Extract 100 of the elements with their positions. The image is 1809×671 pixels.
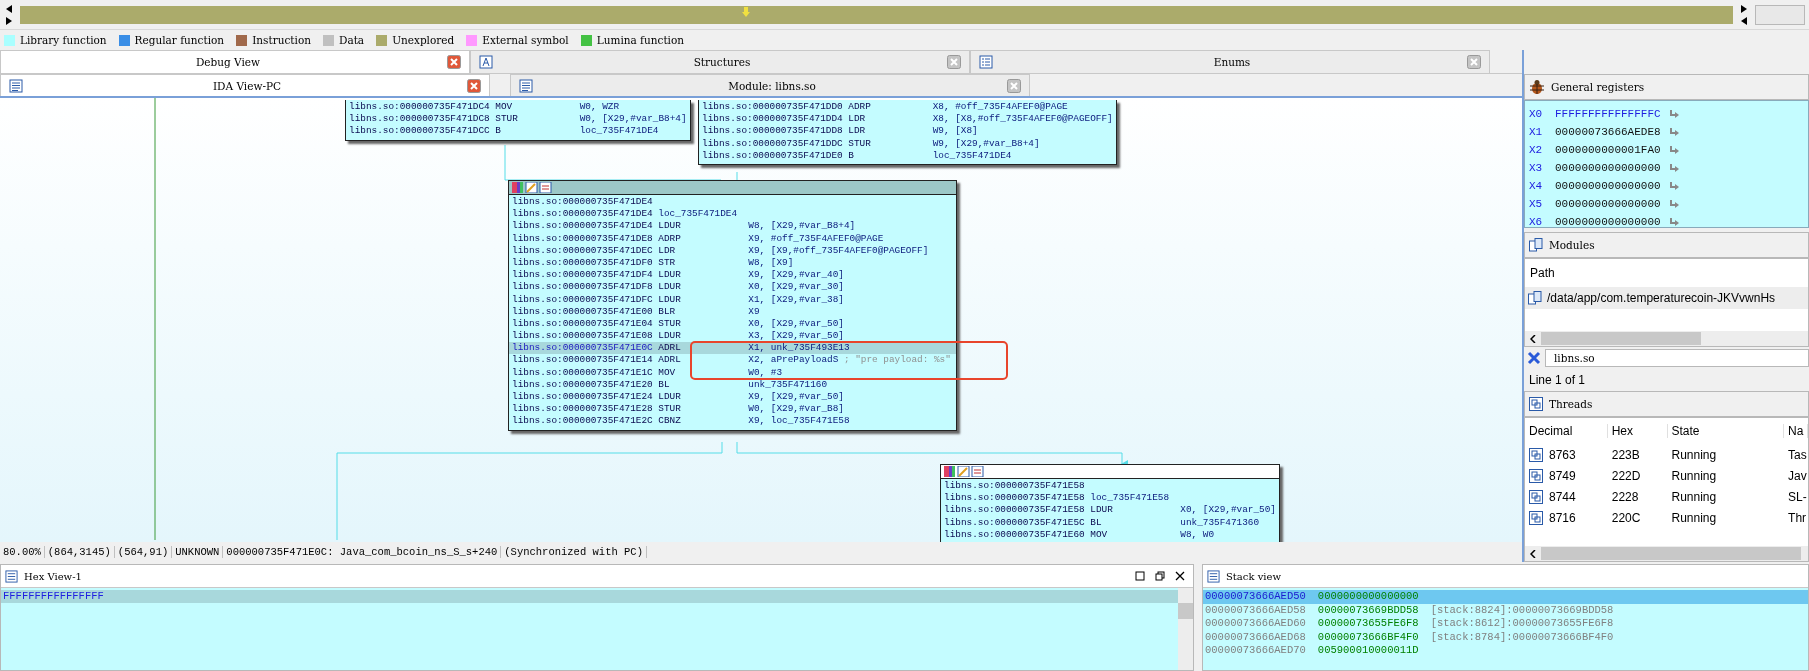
stack-row[interactable]: 00000073666AED68 00000073666BF4F0 [stack:8784]:00000073666BF4F0 <box>1203 630 1808 644</box>
operand-text: W9, [X8] <box>932 125 978 138</box>
code-line[interactable]: libns.so:000000735F471DFC LDUR X1, [X29,#var_38] <box>512 293 953 306</box>
block-toolbar-icon[interactable] <box>512 182 552 193</box>
address-text: libns.so:000000735F471DD4 <box>702 113 844 126</box>
code-line[interactable]: libns.so:000000735F471E08 LDUR X3, [X29,#var_50] <box>512 330 953 343</box>
scrollbar-thumb[interactable] <box>1178 603 1193 619</box>
label-text: loc_735F471DE4 <box>658 208 738 221</box>
column-header[interactable]: Na <box>1784 424 1808 438</box>
code-line[interactable]: libns.so:000000735F471DC4 MOV W0, WZR <box>349 101 687 114</box>
register-value: 0000000000000000 <box>1555 162 1661 174</box>
code-line[interactable]: libns.so:000000735F471E24 LDUR X9, [X29,#var_50] <box>512 391 953 404</box>
table-cell-text: 220C <box>1610 510 1642 525</box>
code-line[interactable]: libns.so:000000735F471DDC STUR W9, [X29,#var_B8+4] <box>702 137 1113 150</box>
mnemonic-text: LDUR <box>1090 504 1114 517</box>
column-header[interactable]: Path <box>1525 259 1808 287</box>
code-line[interactable]: libns.so:000000735F471E00 BLR X9 <box>512 305 953 318</box>
address-text: libns.so:000000735F471E58 <box>944 480 1086 493</box>
code-line[interactable]: libns.so:000000735F471DE8 ADRP X9, #off_735F4AFEF0@PAGE <box>512 232 953 245</box>
code-line[interactable]: libns.so:000000735F471DCC B loc_735F471DE4 <box>349 125 687 138</box>
code-block[interactable] <box>698 100 1117 165</box>
tab[interactable]: IDA View-PC <box>0 74 490 96</box>
stack-row[interactable]: 00000073666AED60 00000073655FE6F8 [stack:8612]:00000073655FE6F8 <box>1203 617 1808 631</box>
vertical-scrollbar[interactable] <box>1178 588 1193 670</box>
mnemonic-text: MOV <box>658 366 677 379</box>
mnemonic-text: STUR <box>658 403 682 416</box>
tab[interactable]: Structures <box>470 50 970 73</box>
scroll-left-icon[interactable] <box>1530 334 1536 343</box>
code-line[interactable]: libns.so:000000735F471DE0 B loc_735F471DE4 <box>702 149 1113 162</box>
table-cell-text: Running <box>1670 468 1718 483</box>
code-line[interactable]: libns.so:000000735F471E60 MOV W8, W0 <box>944 528 1276 541</box>
code-block[interactable] <box>508 180 957 431</box>
graph-canvas[interactable] <box>0 98 1522 542</box>
operand-text: W9, [X29,#var_B8+4] <box>932 137 1040 150</box>
address-text: libns.so:000000735F471E60 <box>944 528 1086 541</box>
jump-arrow-icon[interactable] <box>1668 181 1679 191</box>
block-toolbar-icon[interactable] <box>944 466 984 477</box>
code-line[interactable]: libns.so:000000735F471DE4 <box>512 196 953 209</box>
scrollbar-thumb[interactable] <box>1541 547 1801 560</box>
jump-arrow-icon[interactable] <box>1668 145 1679 155</box>
scroll-left-icon[interactable] <box>1530 549 1536 558</box>
horizontal-scrollbar[interactable] <box>1525 331 1808 346</box>
address-text: libns.so:000000735F471E58 <box>944 492 1086 505</box>
jump-arrow-icon[interactable] <box>1668 199 1679 209</box>
code-line[interactable]: libns.so:000000735F471DEC LDR X9, [X9,#off_735F4AFEF0@PAGEOFF] <box>512 244 953 257</box>
code-line[interactable]: libns.so:000000735F471E28 STUR W0, [X29,#var_B8] <box>512 403 953 416</box>
code-block[interactable]: libns.so:000000735F471E58 libns.so:000000735F471E58 loc_735F471E58 libns.so:000000735F471E58 LDUR X0, [X29,#var_50] libns.so:000000735F471E5C BL unk_735F471360 libns.so:000000735F471E60 MOV W8, W0 <box>940 464 1280 542</box>
code-line[interactable]: libns.so:000000735F471DF8 LDUR X0, [X29,#var_30] <box>512 281 953 294</box>
code-line[interactable]: libns.so:000000735F471DE4 LDUR W8, [X29,#var_B8+4] <box>512 220 953 233</box>
code-line[interactable]: libns.so:000000735F471E14 ADRL X2, aPrePayloadS ; "pre payload: %s" <box>512 354 953 367</box>
navigation-band[interactable] <box>20 5 1733 24</box>
code-line[interactable]: libns.so:000000735F471DC8 STUR W0, [X29,#var_B8+4] <box>349 113 687 126</box>
restore-icon[interactable] <box>1155 571 1165 581</box>
code-line[interactable]: libns.so:000000735F471E20 BL unk_735F471160 <box>512 378 953 391</box>
scrollbar-thumb[interactable] <box>1541 332 1701 345</box>
operand-text: X9, [X29,#var_40] <box>748 269 844 282</box>
code-line[interactable]: libns.so:000000735F471E58 loc_735F471E58 <box>944 492 1276 505</box>
code-block[interactable]: libns.so:000000735F471DC4 MOV W0, WZR libns.so:000000735F471DC8 STUR W0, [X29,#var_B8+4] libns.so:000000735F471DCC B loc_735F471DE4 <box>345 100 691 141</box>
jump-arrow-icon[interactable] <box>1668 127 1679 137</box>
stack-row[interactable]: 00000073666AED58 00000073669BDD58 [stack:8824]:00000073669BDD58 <box>1203 603 1808 617</box>
tab[interactable]: Module: libns.so <box>510 74 1030 96</box>
zoom-box[interactable] <box>1755 4 1805 25</box>
thread-icon <box>1529 510 1543 525</box>
tab[interactable]: Enums <box>970 50 1490 73</box>
clear-filter-icon[interactable] <box>1527 351 1541 365</box>
close-icon[interactable] <box>1175 571 1185 581</box>
hex-row[interactable]: FFFFFFFFFFFFFFFF <box>1 590 1178 603</box>
code-line[interactable]: libns.so:000000735F471DD8 LDR W9, [X8] <box>702 125 1113 138</box>
maximize-icon[interactable] <box>1135 571 1145 581</box>
module-row[interactable]: /data/app/com.temperaturecoin-JKVvwnHs <box>1525 287 1808 309</box>
scroll-arrows-icon[interactable] <box>1739 2 1749 27</box>
tab[interactable]: Debug View <box>0 50 470 73</box>
column-header[interactable]: Hex <box>1607 424 1668 438</box>
column-header[interactable]: State <box>1667 424 1785 438</box>
jump-arrow-icon[interactable] <box>1668 109 1679 119</box>
filter-field[interactable]: libns.so <box>1545 349 1809 367</box>
column-header[interactable]: Decimal <box>1525 424 1608 438</box>
code-line[interactable]: libns.so:000000735F471E04 STUR X0, [X29,#var_50] <box>512 317 953 331</box>
table-cell: 8716 <box>1549 510 1576 525</box>
scroll-arrows-icon[interactable] <box>4 2 14 27</box>
code-line[interactable]: libns.so:000000735F471DE4 loc_735F471DE4 <box>512 208 953 221</box>
stack-row[interactable]: 00000073666AED50 0000000000000000 <box>1203 590 1808 604</box>
code-line[interactable]: libns.so:000000735F471DD0 ADRP X8, #off_735F4AFEF0@PAGE <box>702 101 1113 114</box>
horizontal-scrollbar[interactable] <box>1525 546 1808 561</box>
register-name: X3 <box>1529 162 1544 174</box>
code-line[interactable]: libns.so:000000735F471DF0 STR W8, [X9] <box>512 256 953 270</box>
operand-text: X3, [X29,#var_50] <box>748 330 844 343</box>
jump-arrow-icon[interactable] <box>1668 163 1679 173</box>
stack-row[interactable]: 00000073666AED70 005900010000011D <box>1203 644 1808 658</box>
status-text: 000000735F471E0C: Java_com_bcoin_ns_S_s+240 <box>223 546 502 558</box>
code-line[interactable]: libns.so:000000735F471E58 LDUR X0, [X29,#var_50] <box>944 504 1276 517</box>
operand-text: unk_735F471360 <box>1180 516 1260 529</box>
jump-arrow-icon[interactable] <box>1668 217 1679 227</box>
code-line[interactable]: libns.so:000000735F471E2C CBNZ X9, loc_735F471E58 <box>512 415 953 428</box>
code-line[interactable]: libns.so:000000735F471E58 <box>944 480 1276 493</box>
code-line[interactable]: libns.so:000000735F471E5C BL unk_735F471360 <box>944 516 1276 529</box>
code-line[interactable]: libns.so:000000735F471E1C MOV W0, #3 <box>512 366 953 379</box>
code-line[interactable]: libns.so:000000735F471DD4 LDR X8, [X8,#off_735F4AFEF0@PAGEOFF] <box>702 113 1113 126</box>
code-line[interactable]: libns.so:000000735F471DF4 LDUR X9, [X29,#var_40] <box>512 269 953 282</box>
address-text: libns.so:000000735F471DE0 <box>702 149 844 162</box>
